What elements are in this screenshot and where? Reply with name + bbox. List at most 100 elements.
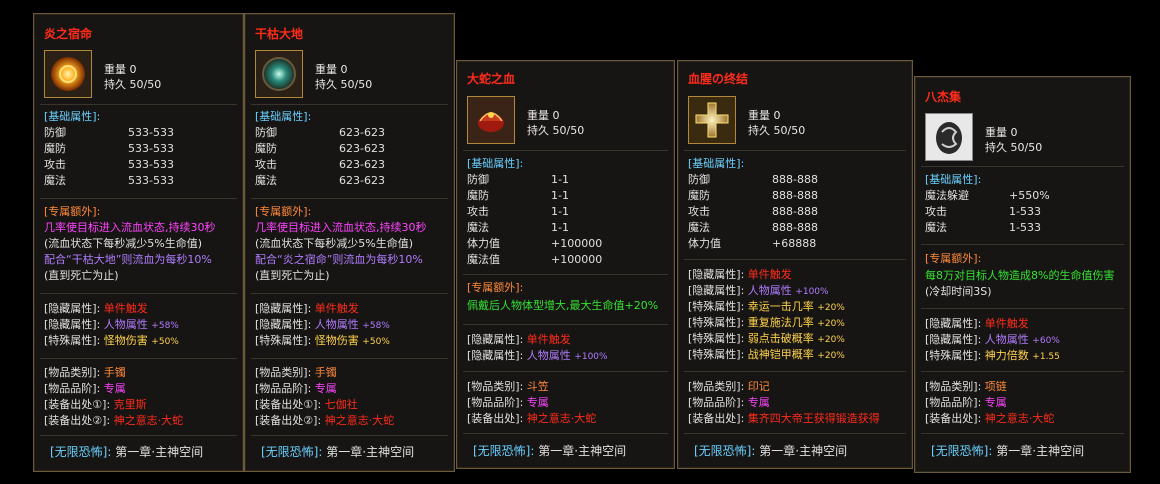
item-title: 八杰集 [925, 90, 962, 104]
item-info-row: [装备出处②]: 神之意志·大蛇 [255, 414, 395, 427]
divider [921, 244, 1124, 245]
attr-row: 魔防 533-533 [44, 142, 174, 155]
attr-row: 魔防 623-623 [255, 142, 385, 155]
divider [251, 358, 448, 359]
hidden-attr-row: [隐藏属性]: 单件触发 [44, 302, 148, 315]
divider [463, 274, 668, 275]
weight-text: 重量 0 [527, 109, 560, 122]
item-info-row: [装备出处①]: 克里斯 [44, 398, 147, 411]
divider [463, 324, 668, 325]
durability-text: 持久 50/50 [315, 78, 373, 91]
item-title: 大蛇之血 [467, 72, 516, 86]
fire-orb-icon[interactable] [44, 50, 92, 98]
attr-row: 魔法 1-533 [925, 221, 1041, 234]
footer-source: [无限恐怖]: 第一章·主神空间 [473, 444, 627, 458]
divider [40, 293, 237, 294]
divider [40, 198, 237, 199]
item-info-row: [物品类别]: 斗笠 [467, 380, 549, 393]
extra-header: [专属额外]: [44, 205, 101, 218]
extra-header: [专属额外]: [255, 205, 312, 218]
attr-row: 魔防 888-888 [688, 189, 818, 202]
item-title: 干枯大地 [255, 27, 304, 41]
hidden-attr-row: [隐藏属性]: 人物属性 +100% [688, 284, 829, 297]
divider [463, 433, 668, 434]
divider [684, 150, 906, 151]
item-card-serpent-blood: 大蛇之血 重量 0 持久 50/50 [基础属性]: 防御 1-1 魔防 1-1 攻… [456, 60, 675, 469]
attr-row: 魔法 533-533 [44, 174, 174, 187]
hidden-attr-row: [隐藏属性]: 单件触发 [688, 268, 792, 281]
hidden-attr-row: [隐藏属性]: 人物属性 +58% [255, 318, 390, 331]
item-info-row: [物品类别]: 手镯 [255, 366, 337, 379]
divider [251, 293, 448, 294]
extra-line: 几率使目标进入流血状态,持续30秒 [255, 221, 427, 234]
durability-text: 持久 50/50 [104, 78, 162, 91]
durability-text: 持久 50/50 [748, 124, 806, 137]
attr-row: 魔防 1-1 [467, 189, 569, 202]
hidden-attr-row: [隐藏属性]: 单件触发 [255, 302, 359, 315]
attr-row: 体力值 +100000 [467, 237, 603, 250]
hidden-attr-row: [隐藏属性]: 单件触发 [467, 333, 571, 346]
attr-row: 攻击 623-623 [255, 158, 385, 171]
attr-row: 体力值 +68888 [688, 237, 817, 250]
item-info-row: [物品类别]: 项链 [925, 380, 1007, 393]
durability-text: 持久 50/50 [985, 141, 1043, 154]
extra-line: 佩戴后人物体型增大,最大生命值+20% [467, 299, 659, 312]
attr-row: 魔法值 +100000 [467, 253, 603, 266]
item-info-row: [装备出处②]: 神之意志·大蛇 [44, 414, 184, 427]
item-title: 血腥の终结 [688, 72, 749, 86]
extra-line: (直到死亡为止) [44, 269, 119, 282]
hidden-attr-row: [隐藏属性]: 单件触发 [925, 317, 1029, 330]
extra-line: 几率使目标进入流血状态,持续30秒 [44, 221, 216, 234]
divider [251, 198, 448, 199]
golden-cross-icon[interactable] [688, 96, 736, 144]
extra-line: 配合“炎之宿命”则流血为每秒10% [255, 253, 423, 266]
base-attr-header: [基础属性]: [688, 157, 745, 170]
special-attr-row: [特殊属性]: 怪物伤害 +50% [255, 334, 390, 347]
divider [251, 104, 448, 105]
dragon-stone-icon[interactable] [925, 113, 973, 161]
item-info-row: [物品品阶]: 专属 [44, 382, 126, 395]
attr-row: 攻击 1-1 [467, 205, 569, 218]
divider [921, 371, 1124, 372]
base-attr-header: [基础属性]: [44, 110, 101, 123]
item-info-row: [物品品阶]: 专属 [688, 396, 770, 409]
extra-line: (流血状态下每秒减少5%生命值) [44, 237, 203, 250]
divider [921, 308, 1124, 309]
attr-row: 防御 533-533 [44, 126, 174, 139]
divider [684, 259, 906, 260]
extra-line: 配合“干枯大地”则流血为每秒10% [44, 253, 212, 266]
item-info-row: [装备出处]: 神之意志·大蛇 [467, 412, 597, 425]
divider [684, 371, 906, 372]
divider [921, 166, 1124, 167]
footer-source: [无限恐怖]: 第一章·主神空间 [261, 445, 415, 459]
extra-line: (流血状态下每秒减少5%生命值) [255, 237, 414, 250]
base-attr-header: [基础属性]: [255, 110, 312, 123]
special-attr-row: [特殊属性]: 幸运一击几率 +20% [688, 300, 845, 313]
divider [40, 104, 237, 105]
divider [40, 358, 237, 359]
divider [251, 435, 448, 436]
footer-source: [无限恐怖]: 第一章·主神空间 [694, 444, 848, 458]
durability-text: 持久 50/50 [527, 124, 585, 137]
extra-line: (冷却时间3S) [925, 285, 992, 298]
extra-header: [专属额外]: [467, 281, 524, 294]
extra-line: 每8万对目标人物造成8%的生命值伤害 [925, 269, 1115, 282]
item-info-row: [装备出处]: 神之意志·大蛇 [925, 412, 1055, 425]
footer-source: [无限恐怖]: 第一章·主神空间 [50, 445, 204, 459]
divider [40, 435, 237, 436]
divider [921, 433, 1124, 434]
hidden-attr-row: [隐藏属性]: 人物属性 +60% [925, 333, 1060, 346]
special-attr-row: [特殊属性]: 神力倍数 +1.55 [925, 349, 1060, 362]
item-info-row: [物品品阶]: 专属 [925, 396, 1007, 409]
base-attr-header: [基础属性]: [467, 157, 524, 170]
item-card-bloody-end: 血腥の终结 重量 0 持久 50/50 [基础属性]: 防御 888-888 魔防… [677, 60, 913, 469]
attr-row: 魔法 888-888 [688, 221, 818, 234]
blood-helmet-icon[interactable] [467, 96, 515, 144]
earth-orb-icon[interactable] [255, 50, 303, 98]
attr-row: 魔法 1-1 [467, 221, 569, 234]
divider [463, 150, 668, 151]
item-title: 炎之宿命 [44, 27, 93, 41]
special-attr-row: [特殊属性]: 战神铠甲概率 +20% [688, 348, 845, 361]
hidden-attr-row: [隐藏属性]: 人物属性 +58% [44, 318, 179, 331]
item-info-row: [物品类别]: 手镯 [44, 366, 126, 379]
